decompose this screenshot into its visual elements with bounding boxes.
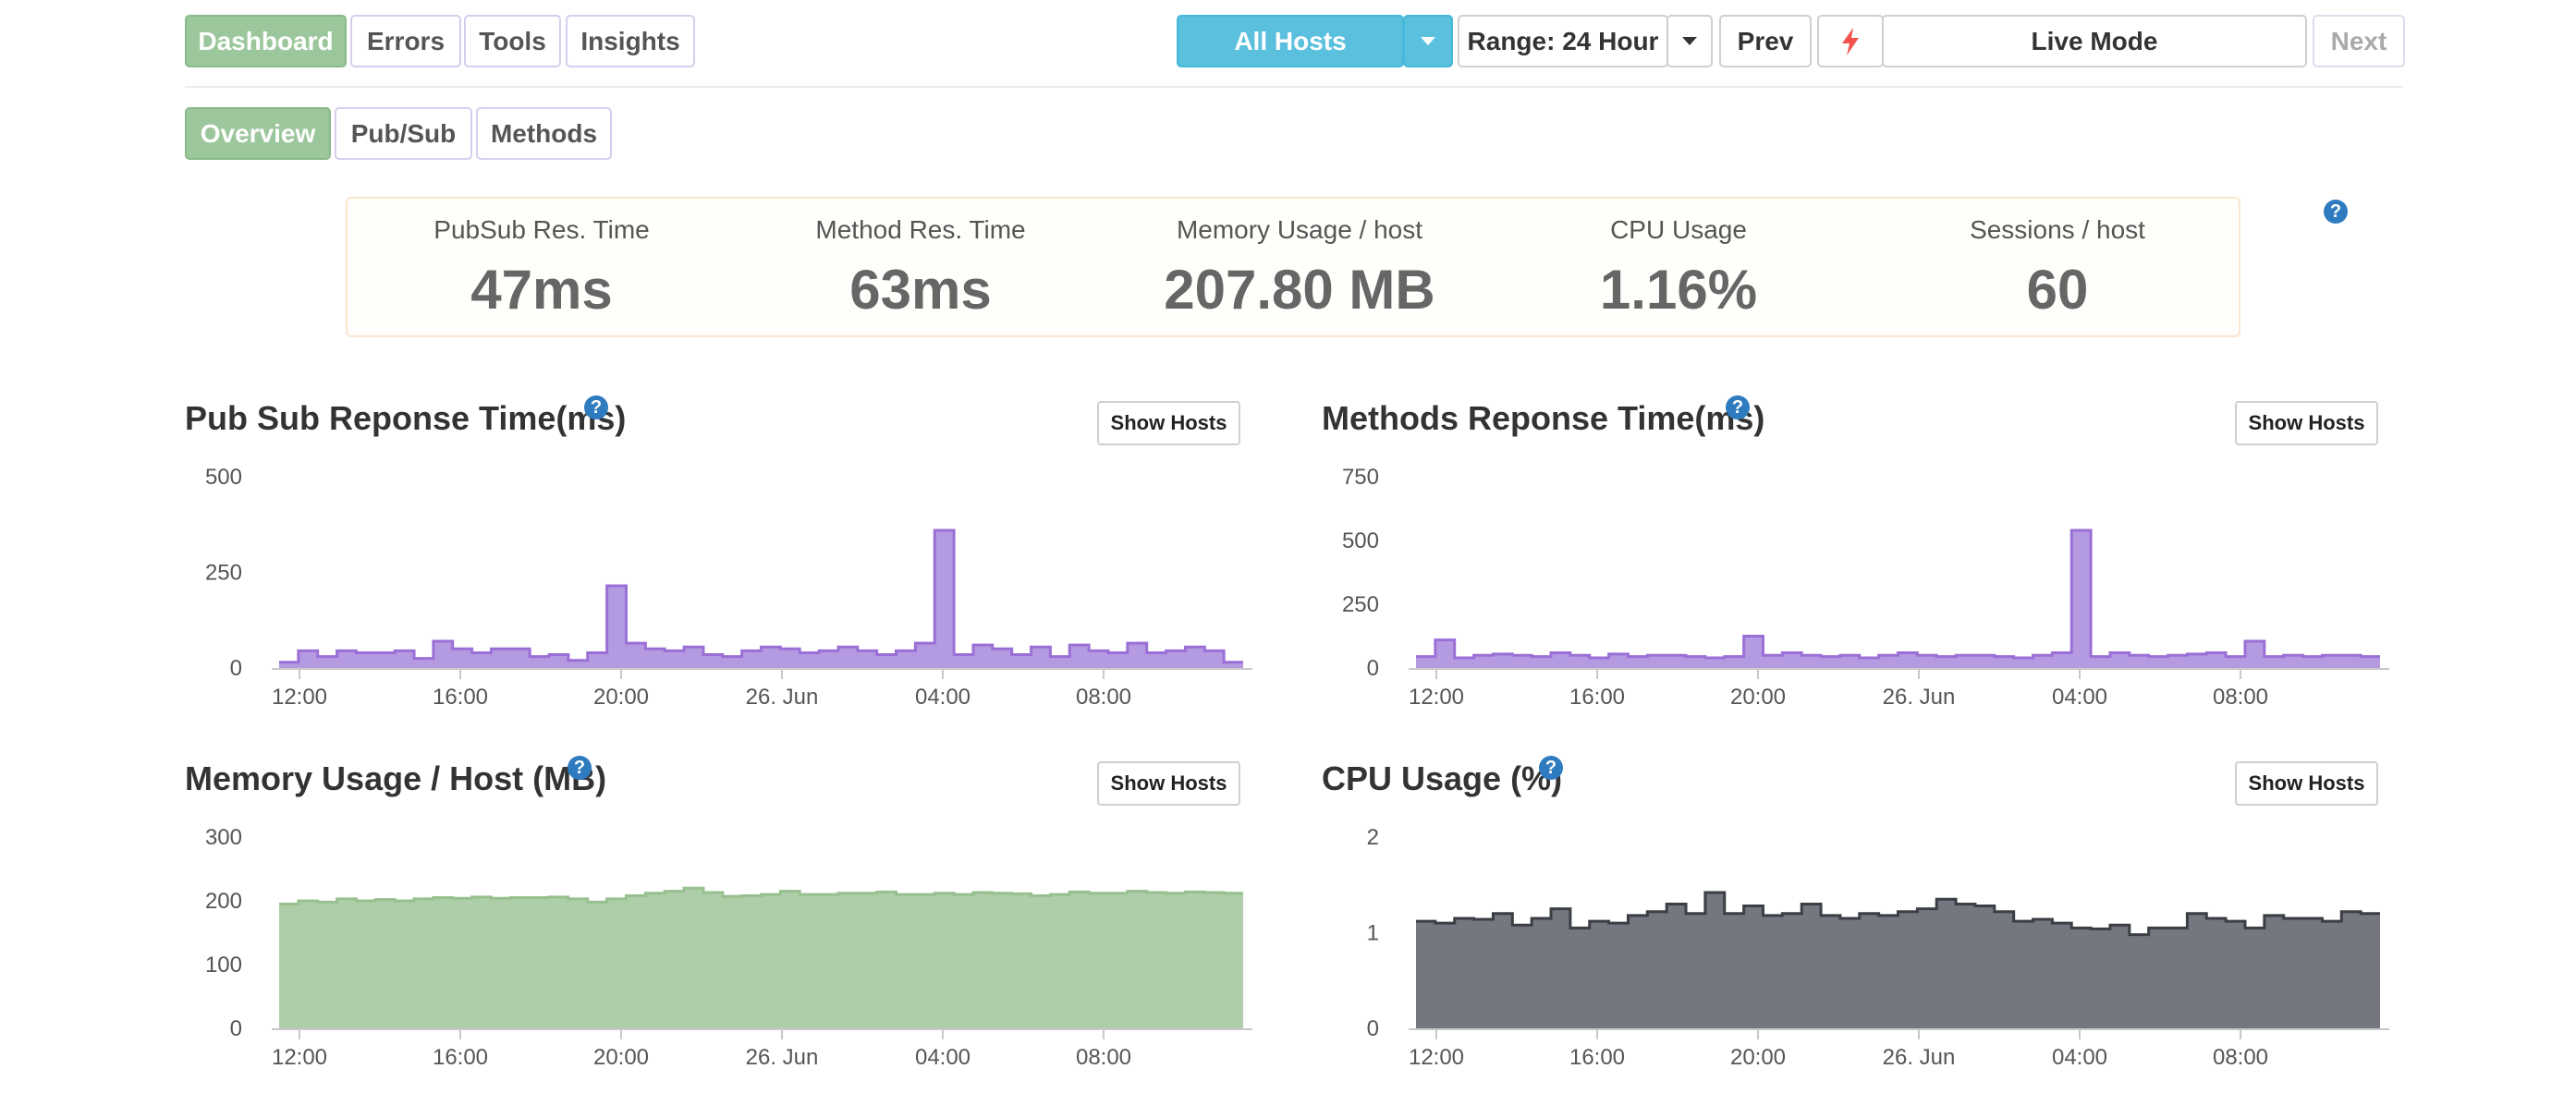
x-tick-label: 16:00 bbox=[433, 1045, 488, 1070]
tab-tools[interactable]: Tools bbox=[464, 15, 561, 67]
x-tick-label: 04:00 bbox=[915, 1045, 971, 1070]
y-tick-label: 0 bbox=[1367, 656, 1379, 681]
x-tick-label: 08:00 bbox=[1076, 685, 1131, 710]
show-hosts-button[interactable]: Show Hosts bbox=[1097, 401, 1240, 445]
x-tick-label: 26. Jun bbox=[746, 685, 819, 710]
tab-errors[interactable]: Errors bbox=[350, 15, 461, 67]
live-mode-button[interactable]: Live Mode bbox=[1882, 15, 2307, 67]
methods-response-chart: 0 250 500 750 12:00 16:00 20:00 26. Jun 04:00 08:… bbox=[1342, 465, 2389, 710]
series-area bbox=[279, 888, 1243, 1028]
stat-pubsub-response: PubSub Res. Time 47ms bbox=[366, 215, 717, 322]
range-dropdown-toggle[interactable] bbox=[1666, 15, 1713, 67]
x-tick-label: 26. Jun bbox=[1883, 1045, 1956, 1070]
stat-value: 207.80 MB bbox=[1164, 259, 1435, 321]
show-hosts-button[interactable]: Show Hosts bbox=[2235, 401, 2378, 445]
y-tick-label: 1 bbox=[1367, 921, 1379, 946]
x-tick-label: 20:00 bbox=[593, 685, 649, 710]
range-button[interactable]: Range: 24 Hour bbox=[1458, 15, 1668, 67]
x-tick-label: 20:00 bbox=[593, 1045, 649, 1070]
show-hosts-button[interactable]: Show Hosts bbox=[2235, 761, 2378, 806]
x-tick-label: 12:00 bbox=[1409, 685, 1464, 710]
stat-label: Memory Usage / host bbox=[1176, 215, 1423, 244]
y-tick-label: 250 bbox=[205, 561, 242, 586]
series-line bbox=[279, 528, 1243, 664]
cpu-usage-chart: 0 1 2 12:00 16:00 20:00 26. Jun 04:00 08:00 bbox=[1367, 825, 2389, 1070]
tab-methods[interactable]: Methods bbox=[476, 107, 612, 160]
x-tick-label: 08:00 bbox=[1076, 1045, 1131, 1070]
stat-memory-usage: Memory Usage / host 207.80 MB bbox=[1124, 215, 1475, 322]
x-tick-label: 12:00 bbox=[1409, 1045, 1464, 1070]
stat-cpu-usage: CPU Usage 1.16% bbox=[1503, 215, 1854, 322]
y-tick-label: 500 bbox=[1342, 528, 1379, 553]
series-area bbox=[1416, 529, 2380, 668]
tab-insights[interactable]: Insights bbox=[566, 15, 695, 67]
x-tick-label: 26. Jun bbox=[746, 1045, 819, 1070]
x-tick-label: 20:00 bbox=[1730, 1045, 1786, 1070]
x-tick-label: 12:00 bbox=[272, 1045, 327, 1070]
x-tick-label: 12:00 bbox=[272, 685, 327, 710]
stat-value: 1.16% bbox=[1599, 259, 1758, 321]
prev-button[interactable]: Prev bbox=[1719, 15, 1812, 67]
y-tick-label: 0 bbox=[230, 656, 242, 681]
y-tick-label: 500 bbox=[205, 465, 242, 490]
x-tick-label: 16:00 bbox=[1569, 685, 1625, 710]
live-mode-icon-button[interactable] bbox=[1817, 15, 1884, 67]
pubsub-response-chart: 0 250 500 12:00 16:00 20:00 26. Jun 04:00 08:00 bbox=[205, 465, 1252, 710]
lightning-icon bbox=[1842, 27, 1859, 55]
caret-down-icon bbox=[1421, 37, 1435, 45]
summary-stats-panel: PubSub Res. Time 47ms Method Res. Time 6… bbox=[346, 197, 2240, 337]
y-tick-label: 0 bbox=[230, 1016, 242, 1041]
x-tick-label: 08:00 bbox=[2213, 685, 2268, 710]
x-tick-label: 04:00 bbox=[2052, 1045, 2107, 1070]
help-icon[interactable]: ? bbox=[1726, 395, 1750, 419]
x-tick-label: 16:00 bbox=[1569, 1045, 1625, 1070]
y-tick-label: 250 bbox=[1342, 592, 1379, 617]
memory-usage-chart: 0 100 200 300 12:00 16:00 20:00 26. Jun 04:00 08:… bbox=[205, 825, 1252, 1070]
caret-down-icon bbox=[1682, 37, 1697, 45]
stat-label: Sessions / host bbox=[1970, 215, 2145, 244]
chart-title-memory: Memory Usage / Host (MB) bbox=[185, 759, 607, 797]
stat-label: Method Res. Time bbox=[815, 215, 1026, 244]
tab-pubsub[interactable]: Pub/Sub bbox=[335, 107, 472, 160]
show-hosts-button[interactable]: Show Hosts bbox=[1097, 761, 1240, 806]
help-icon[interactable]: ? bbox=[584, 395, 608, 419]
next-button[interactable]: Next bbox=[2313, 15, 2405, 67]
stat-method-response: Method Res. Time 63ms bbox=[745, 215, 1096, 322]
stat-label: CPU Usage bbox=[1610, 215, 1747, 244]
hosts-dropdown-toggle[interactable] bbox=[1403, 15, 1453, 67]
stat-value: 47ms bbox=[470, 259, 613, 321]
help-icon[interactable]: ? bbox=[1539, 756, 1563, 780]
chart-title-methods: Methods Reponse Time(ms) bbox=[1322, 399, 1765, 437]
y-tick-label: 300 bbox=[205, 825, 242, 850]
y-tick-label: 100 bbox=[205, 953, 242, 978]
nav-divider bbox=[185, 86, 2403, 88]
y-tick-label: 2 bbox=[1367, 825, 1379, 850]
tab-overview[interactable]: Overview bbox=[185, 107, 331, 160]
stat-value: 60 bbox=[2026, 259, 2089, 321]
y-tick-label: 750 bbox=[1342, 465, 1379, 490]
y-tick-label: 0 bbox=[1367, 1016, 1379, 1041]
chart-title-pubsub: Pub Sub Reponse Time(ms) bbox=[185, 399, 627, 437]
x-tick-label: 04:00 bbox=[915, 685, 971, 710]
series-line bbox=[1416, 528, 2380, 660]
x-tick-label: 16:00 bbox=[433, 685, 488, 710]
stat-label: PubSub Res. Time bbox=[433, 215, 650, 244]
x-tick-label: 08:00 bbox=[2213, 1045, 2268, 1070]
y-tick-label: 200 bbox=[205, 889, 242, 914]
x-tick-label: 26. Jun bbox=[1883, 685, 1956, 710]
stat-value: 63ms bbox=[849, 259, 992, 321]
help-icon[interactable]: ? bbox=[568, 756, 592, 780]
tab-dashboard[interactable]: Dashboard bbox=[185, 15, 347, 67]
x-tick-label: 20:00 bbox=[1730, 685, 1786, 710]
chart-title-cpu: CPU Usage (%) bbox=[1322, 759, 1563, 797]
help-icon[interactable]: ? bbox=[2324, 200, 2348, 224]
x-tick-label: 04:00 bbox=[2052, 685, 2107, 710]
stat-sessions: Sessions / host 60 bbox=[1882, 215, 2233, 322]
hosts-select-button[interactable]: All Hosts bbox=[1177, 15, 1404, 67]
